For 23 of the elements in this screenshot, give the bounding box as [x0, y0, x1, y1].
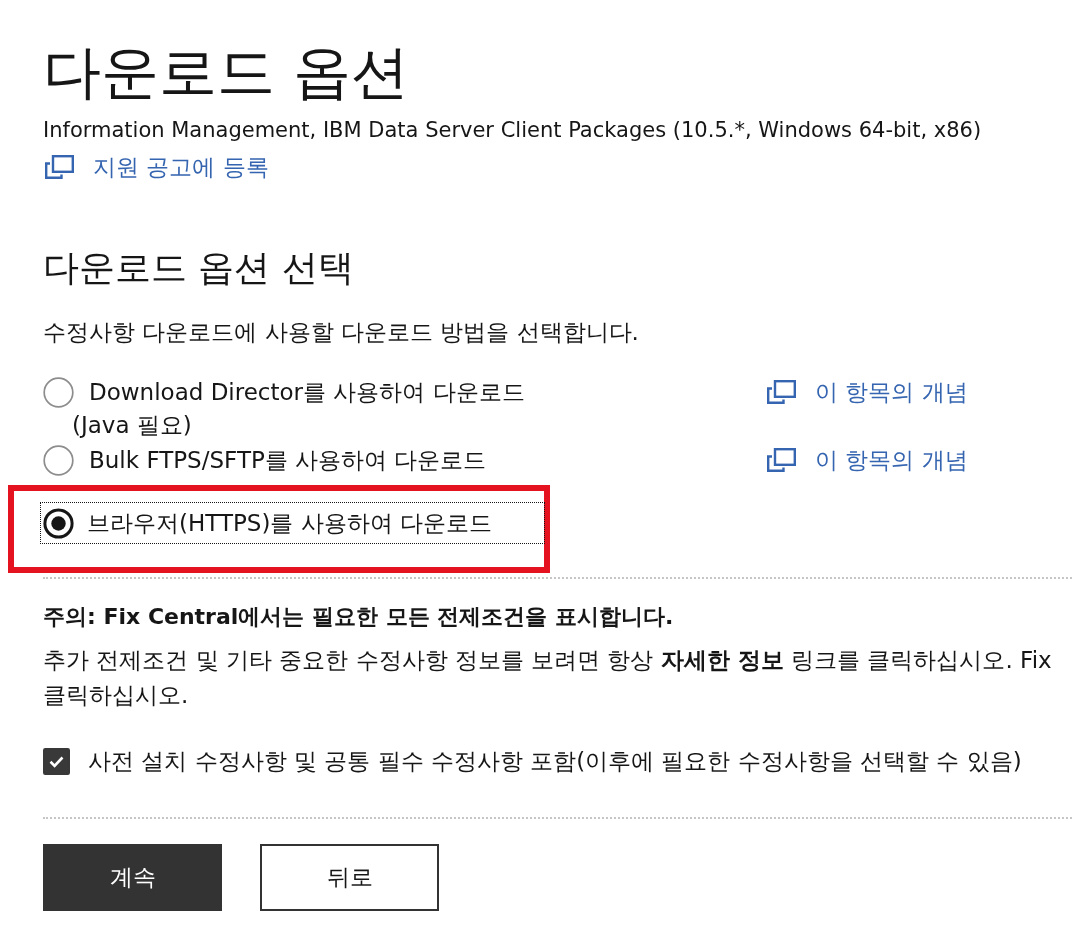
notice-text: 추가 전제조건 및 기타 중요한 수정사항 정보를 보려면 항상 자세한 정보 링크를 클릭하십시오. Fix 클릭하십시오. [43, 646, 1052, 710]
page-title: 다운로드 옵션 [43, 37, 410, 108]
window-stack-icon [765, 447, 797, 473]
concept-link[interactable]: 이 항목의 개념 [765, 375, 968, 409]
radio-option[interactable]: Download Director를 사용하여 다운로드 [43, 375, 765, 409]
option-note: (Java 필요) [71, 411, 192, 440]
radio-option[interactable]: 브라우저(HTTPS)를 사용하여 다운로드 [41, 503, 544, 543]
radio-option[interactable]: Bulk FTPS/SFTP를 사용하여 다운로드 [43, 443, 765, 477]
continue-button[interactable]: 계속 [43, 844, 222, 911]
window-stack-icon [765, 379, 797, 405]
window-stack-icon [43, 154, 75, 180]
checkbox-label[interactable]: 사전 설치 수정사항 및 공통 필수 수정사항 포함(이후에 필요한 수정사항을 선택할 수 있음) [88, 746, 1022, 776]
radio-button[interactable] [43, 376, 74, 408]
radio-button[interactable] [43, 507, 74, 539]
section-description: 수정사항 다운로드에 사용할 다운로드 방법을 선택합니다. [43, 318, 639, 346]
back-button[interactable]: 뒤로 [260, 844, 439, 911]
subscribe-link[interactable]: 지원 공고에 등록 [43, 151, 269, 183]
checkbox[interactable] [43, 747, 70, 775]
product-subtitle: Information Management, IBM Data Server Client Packages (10.5.*, Windows 64-bit, x86) [43, 117, 982, 144]
concept-link[interactable]: 이 항목의 개념 [765, 443, 968, 477]
notice-heading: 주의: Fix Central에서는 필요한 모든 전제조건을 표시합니다. [43, 603, 674, 631]
section-heading: 다운로드 옵션 선택 [43, 246, 354, 290]
radio-button[interactable] [43, 444, 74, 476]
